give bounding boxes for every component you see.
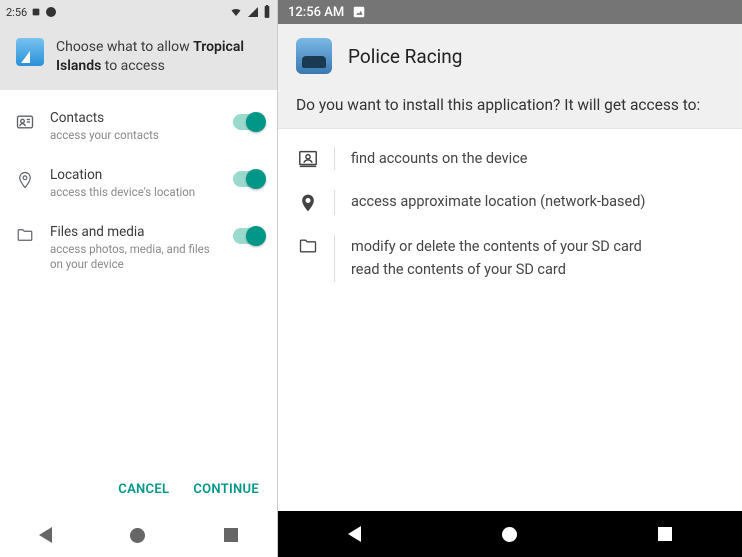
title-suffix: to access [101, 58, 165, 74]
contacts-icon [14, 110, 36, 132]
location-icon [296, 190, 320, 215]
nav-recent-icon[interactable] [658, 527, 672, 541]
location-icon [14, 167, 36, 191]
install-permissions: find accounts on the device access appro… [278, 129, 742, 292]
notification-icon [31, 7, 41, 17]
install-perm-accounts: find accounts on the device [278, 137, 742, 180]
install-perm-location: access approximate location (network-bas… [278, 180, 742, 225]
install-perm-text: find accounts on the device [351, 147, 527, 170]
wifi-icon [229, 6, 243, 18]
status-bar: 2:56 [0, 0, 277, 24]
install-perm-line: read the contents of your SD card [351, 258, 642, 281]
install-perm-line: modify or delete the contents of your SD… [351, 235, 642, 258]
folder-icon [296, 235, 320, 256]
title-prefix: Choose what to allow [56, 39, 193, 55]
status-time: 2:56 [6, 6, 27, 19]
install-question: Do you want to install this application?… [278, 88, 742, 129]
app-title: Police Racing [348, 45, 462, 68]
install-perm-text: modify or delete the contents of your SD… [351, 235, 642, 281]
status-bar: 12:56 AM [278, 0, 742, 24]
install-perm-text: access approximate location (network-bas… [351, 190, 645, 213]
permission-title: Contacts [50, 110, 219, 126]
signal-icon [247, 6, 259, 18]
install-dialog-right: 12:56 AM Police Racing Do you want to in… [278, 0, 742, 557]
nav-back-icon[interactable] [39, 527, 52, 543]
permission-row-contacts[interactable]: Contacts access your contacts [0, 98, 277, 155]
accounts-icon [296, 147, 320, 170]
cancel-button[interactable]: CANCEL [118, 482, 169, 497]
image-icon [352, 5, 366, 19]
nav-home-icon[interactable] [502, 527, 517, 542]
status-time: 12:56 AM [288, 5, 344, 20]
dialog-footer: CANCEL CONTINUE [0, 465, 277, 513]
permission-row-location[interactable]: Location access this device's location [0, 155, 277, 212]
nav-recent-icon[interactable] [224, 528, 238, 542]
dnd-icon [45, 6, 57, 18]
app-icon [16, 38, 44, 66]
toggle-files[interactable] [233, 228, 263, 244]
dialog-header: Choose what to allow Tropical Islands to… [0, 24, 277, 90]
nav-bar [0, 513, 277, 557]
permission-dialog-left: 2:56 Choose what to allow Tropical Islan… [0, 0, 278, 557]
install-perm-storage: modify or delete the contents of your SD… [278, 225, 742, 291]
permission-row-files[interactable]: Files and media access photos, media, an… [0, 212, 277, 284]
folder-icon [14, 224, 36, 244]
dialog-title: Choose what to allow Tropical Islands to… [56, 38, 261, 76]
toggle-location[interactable] [233, 171, 263, 187]
nav-bar [278, 511, 742, 557]
permission-desc: access this device's location [50, 185, 219, 200]
toggle-contacts[interactable] [233, 114, 263, 130]
permission-title: Location [50, 167, 219, 183]
permission-desc: access your contacts [50, 128, 219, 143]
continue-button[interactable]: CONTINUE [193, 482, 259, 497]
nav-back-icon[interactable] [348, 526, 361, 542]
permission-desc: access photos, media, and files on your … [50, 242, 219, 272]
nav-home-icon[interactable] [130, 528, 145, 543]
permission-list: Contacts access your contacts Location a… [0, 90, 277, 465]
install-header: Police Racing [278, 24, 742, 88]
permission-title: Files and media [50, 224, 219, 240]
battery-icon [263, 5, 271, 19]
app-icon [296, 38, 332, 74]
